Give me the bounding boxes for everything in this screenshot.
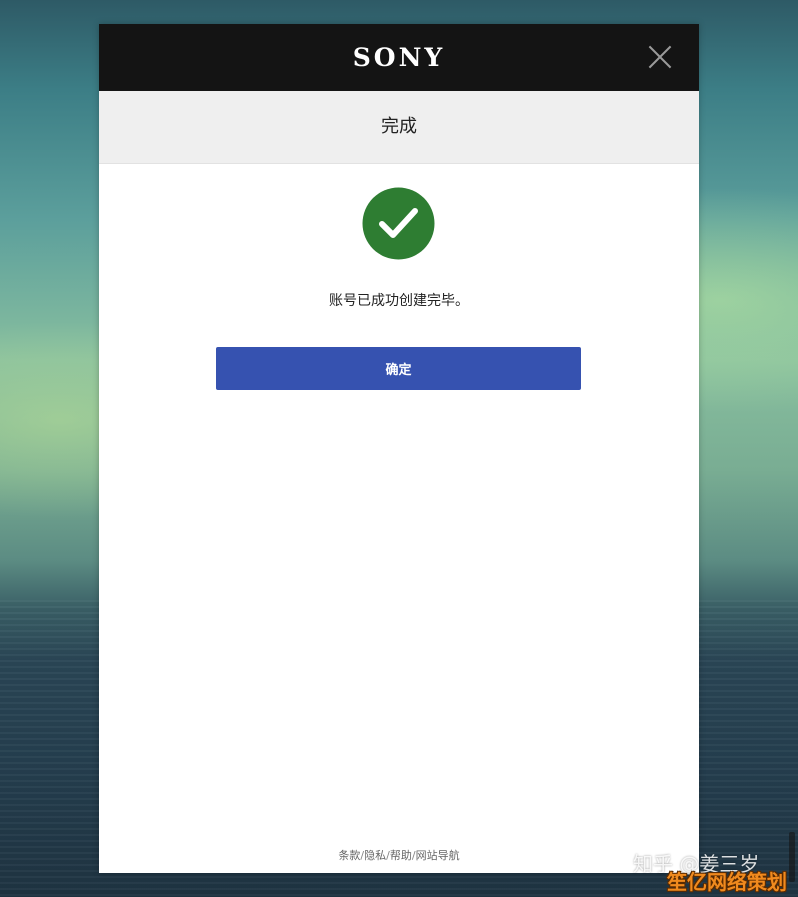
success-check-icon <box>362 187 435 260</box>
footer-link-help[interactable]: 帮助 <box>390 849 412 862</box>
confirm-button[interactable]: 确定 <box>216 347 581 390</box>
account-created-dialog: SONY 完成 账号已成功创建完毕。 确定 条款/隐私/帮助/网站导航 <box>99 24 699 873</box>
footer-link-sitemap[interactable]: 网站导航 <box>416 849 460 862</box>
scrollbar-edge <box>789 832 795 882</box>
dialog-title-bar: 完成 <box>99 91 699 164</box>
brand-watermark: 笙亿网络策划 <box>667 870 787 894</box>
footer-link-terms[interactable]: 条款 <box>338 849 360 862</box>
dialog-title: 完成 <box>381 116 417 137</box>
footer-link-privacy[interactable]: 隐私 <box>364 849 386 862</box>
success-message: 账号已成功创建完毕。 <box>329 293 469 309</box>
brand-header: SONY <box>99 24 699 91</box>
sony-logo: SONY <box>352 43 446 72</box>
close-icon[interactable] <box>647 44 673 70</box>
footer-links: 条款/隐私/帮助/网站导航 <box>99 847 699 863</box>
